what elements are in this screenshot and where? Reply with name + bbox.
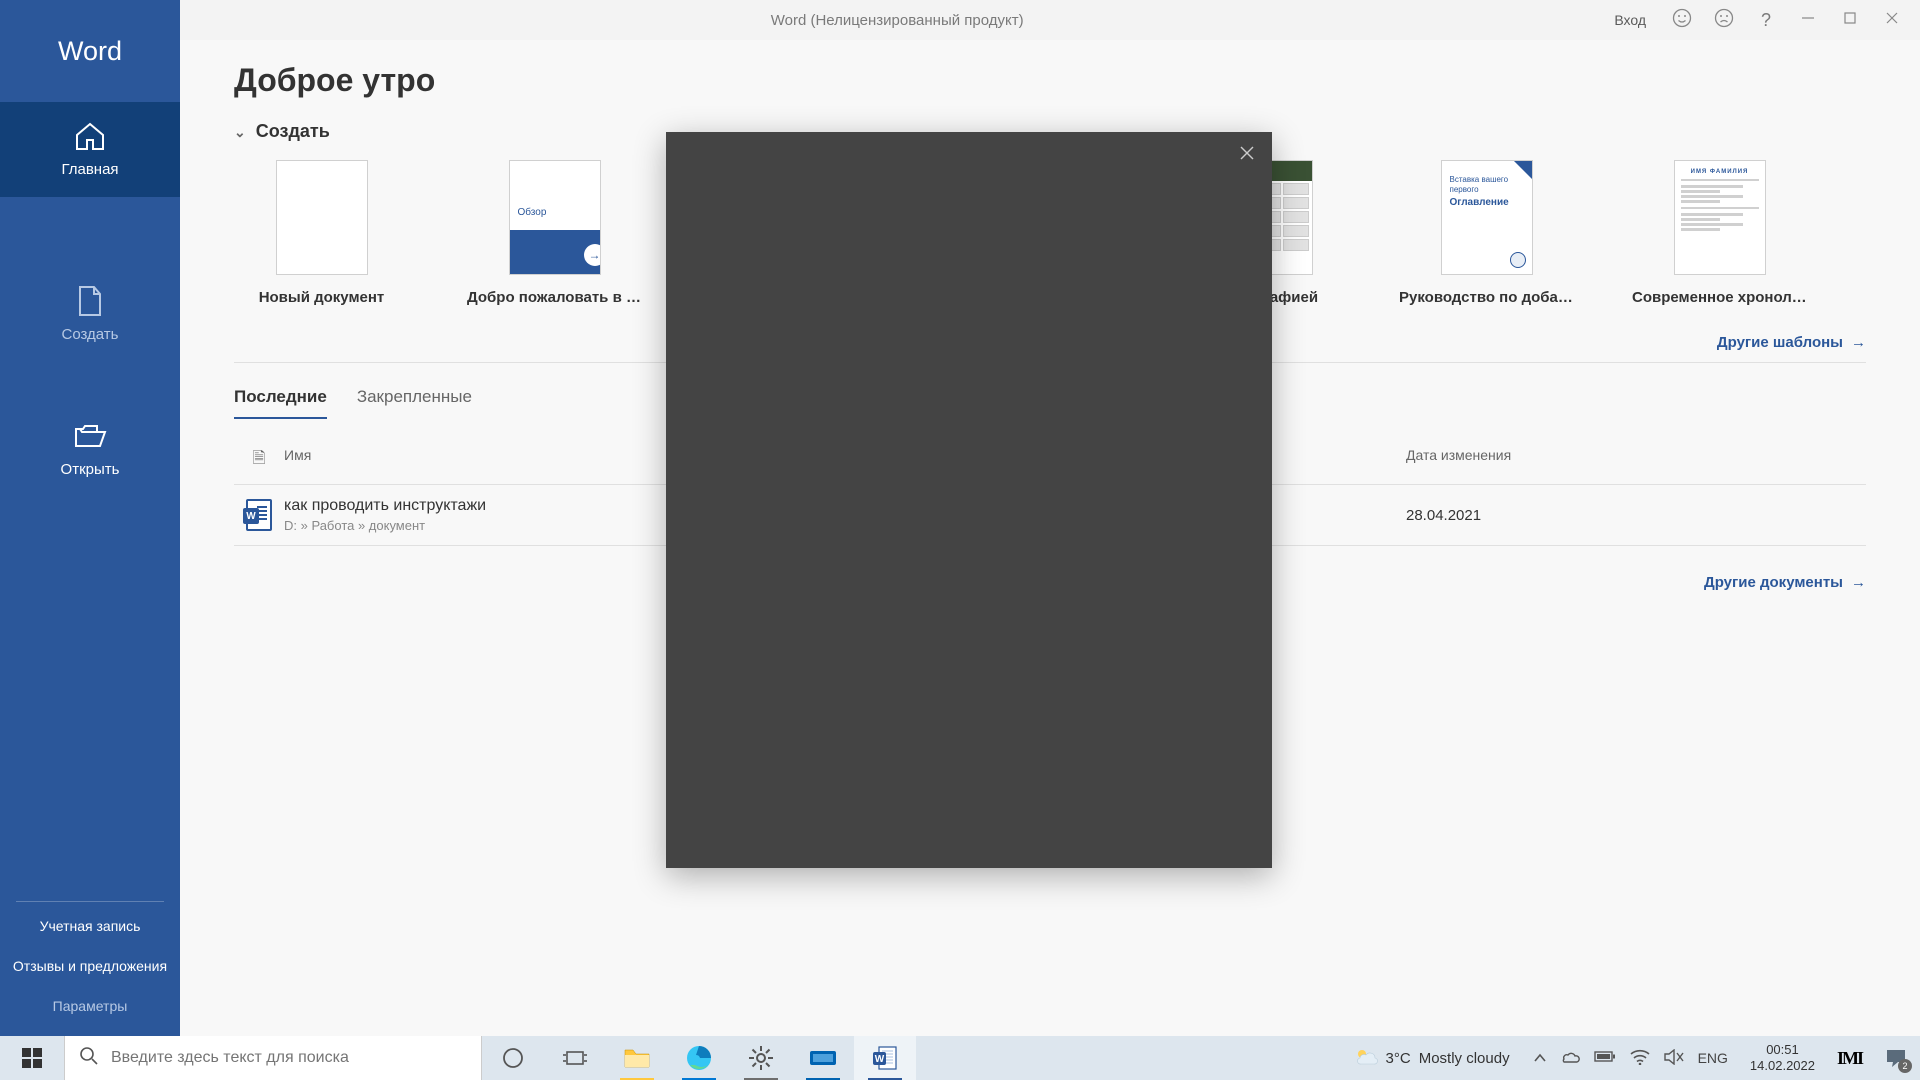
window-title: Word (Нелицензированный продукт): [180, 12, 1614, 29]
column-date[interactable]: Дата изменения: [1406, 447, 1866, 474]
template-toc-guide[interactable]: Вставка вашегопервогоОглавление Руководс…: [1399, 160, 1574, 306]
page-title: Доброе утро: [234, 62, 1866, 99]
template-label: Новый документ: [234, 289, 409, 306]
template-label: Добро пожаловать в Wo…: [467, 289, 642, 306]
recent-file-date: 28.04.2021: [1406, 507, 1866, 524]
create-section-label: Создать: [256, 121, 330, 142]
sidebar: Word Главная Создать Открыть Учетная зап…: [0, 0, 180, 1036]
notifications-icon[interactable]: 2: [1872, 1036, 1920, 1080]
nav-create-label: Создать: [61, 326, 118, 343]
app-brand: Word: [0, 0, 180, 102]
tab-pinned[interactable]: Закрепленные: [357, 387, 472, 419]
close-icon[interactable]: [1236, 142, 1258, 164]
signin-link[interactable]: Вход: [1614, 12, 1646, 28]
search-input[interactable]: [111, 1049, 467, 1067]
tab-recent[interactable]: Последние: [234, 387, 327, 419]
svg-text:W: W: [875, 1054, 885, 1065]
settings-icon[interactable]: [730, 1036, 792, 1080]
weather-temp: 3°C: [1386, 1050, 1411, 1067]
more-documents-link[interactable]: Другие документы→: [1704, 574, 1866, 591]
arrow-right-icon: →: [1851, 574, 1866, 591]
word-doc-icon: W: [234, 499, 284, 531]
battery-icon[interactable]: [1594, 1050, 1616, 1066]
word-app-icon[interactable]: W: [854, 1036, 916, 1080]
language-indicator[interactable]: ENG: [1698, 1050, 1728, 1066]
nav-feedback[interactable]: Отзывы и предложения: [0, 946, 180, 986]
help-icon[interactable]: ?: [1754, 10, 1778, 31]
template-label: Современное хронологич…: [1632, 289, 1807, 306]
weather-desc: Mostly cloudy: [1419, 1050, 1510, 1067]
onedrive-icon[interactable]: [1560, 1050, 1580, 1067]
template-welcome[interactable]: Обзор → Добро пожаловать в Wo…: [467, 160, 642, 306]
folder-open-icon: [73, 421, 107, 451]
maximize-button[interactable]: [1838, 11, 1862, 29]
modal-dialog: [666, 132, 1272, 868]
template-toc-thumb: Вставка вашегопервогоОглавление: [1441, 160, 1533, 275]
taskbar: W 3°C Mostly cloudy ENG 00:51 14.02.2022…: [0, 1036, 1920, 1080]
tray-overflow-icon[interactable]: [1534, 1050, 1546, 1066]
ime-indicator[interactable]: IMI: [1827, 1048, 1872, 1069]
template-resume-thumb: ИМЯ ФАМИЛИЯ: [1674, 160, 1766, 275]
template-blank-thumb: [276, 160, 368, 275]
title-bar: Word (Нелицензированный продукт) Вход ?: [180, 0, 1920, 40]
clock-time: 00:51: [1750, 1042, 1815, 1058]
clock-date: 14.02.2022: [1750, 1058, 1815, 1074]
nav-home-label: Главная: [61, 161, 118, 178]
nav-open[interactable]: Открыть: [0, 402, 180, 497]
chevron-down-icon: ⌄: [234, 124, 246, 141]
template-welcome-thumb: Обзор →: [509, 160, 601, 275]
nav-options[interactable]: Параметры: [0, 986, 180, 1026]
nav-create[interactable]: Создать: [0, 267, 180, 362]
home-icon: [73, 121, 107, 151]
arrow-right-icon: →: [1851, 334, 1866, 351]
weather-icon: [1354, 1046, 1378, 1070]
clock[interactable]: 00:51 14.02.2022: [1738, 1042, 1827, 1075]
template-label: Руководство по добавлен…: [1399, 289, 1574, 306]
close-button[interactable]: [1880, 11, 1904, 29]
taskbar-search[interactable]: [64, 1036, 482, 1080]
wifi-icon[interactable]: [1630, 1049, 1650, 1068]
system-tray: ENG: [1524, 1049, 1738, 1068]
notification-badge: 2: [1898, 1059, 1912, 1073]
cortana-icon[interactable]: [482, 1036, 544, 1080]
nav-home[interactable]: Главная: [0, 102, 180, 197]
weather-widget[interactable]: 3°C Mostly cloudy: [1340, 1046, 1524, 1070]
on-screen-keyboard-icon[interactable]: [792, 1036, 854, 1080]
minimize-button[interactable]: [1796, 11, 1820, 29]
new-document-icon: [73, 286, 107, 316]
edge-icon[interactable]: [668, 1036, 730, 1080]
search-icon: [79, 1046, 99, 1071]
start-button[interactable]: [0, 1036, 64, 1080]
template-resume[interactable]: ИМЯ ФАМИЛИЯ Современное хронологич…: [1632, 160, 1807, 306]
nav-account[interactable]: Учетная запись: [0, 906, 180, 946]
nav-open-label: Открыть: [61, 461, 120, 478]
face-happy-icon[interactable]: [1670, 8, 1694, 32]
file-explorer-icon[interactable]: [606, 1036, 668, 1080]
more-templates-link[interactable]: Другие шаблоны→: [1717, 334, 1866, 351]
template-blank[interactable]: Новый документ: [234, 160, 409, 306]
document-icon: 🗎: [234, 447, 284, 474]
face-sad-icon[interactable]: [1712, 8, 1736, 32]
task-view-icon[interactable]: [544, 1036, 606, 1080]
volume-mute-icon[interactable]: [1664, 1049, 1684, 1068]
